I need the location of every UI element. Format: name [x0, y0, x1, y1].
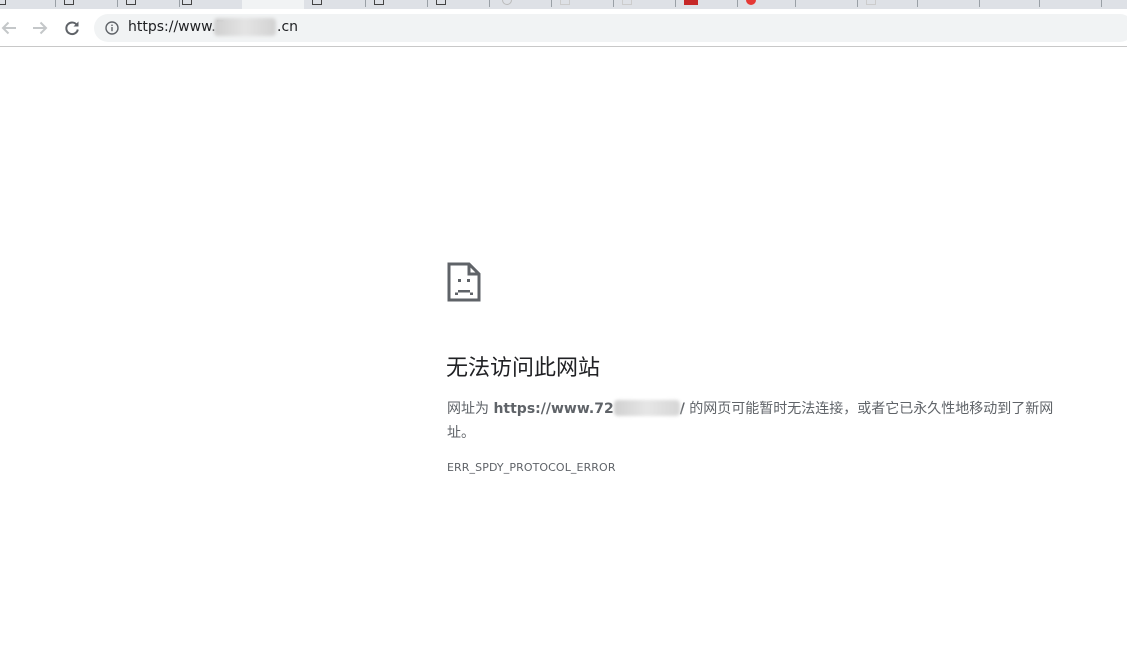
error-title: 无法访问此网站 — [446, 356, 601, 381]
tab[interactable] — [428, 0, 490, 9]
tab[interactable] — [0, 0, 56, 9]
tab[interactable] — [858, 0, 918, 9]
sad-page-icon — [447, 262, 481, 302]
tab[interactable] — [304, 0, 366, 9]
url-text: https://www.7 — [128, 19, 225, 35]
tab[interactable] — [366, 0, 428, 9]
page-favicon-icon — [502, 0, 512, 5]
error-description: 网址为 https://www.72/ 的网页可能暂时无法连接，或者它已永久性地… — [447, 397, 1067, 445]
page-favicon-icon — [436, 0, 446, 5]
url-redacted — [214, 18, 276, 36]
forward-button[interactable] — [29, 17, 51, 39]
arrow-right-icon — [33, 21, 48, 35]
tab[interactable] — [918, 0, 980, 9]
url-suffix: .cn — [277, 19, 299, 35]
tab-strip — [0, 0, 1127, 9]
error-code: ERR_SPDY_PROTOCOL_ERROR — [447, 461, 616, 474]
address-bar[interactable]: https://www.7 .cn — [94, 14, 1127, 42]
reload-button[interactable] — [61, 17, 83, 39]
tab[interactable] — [180, 0, 242, 9]
tab[interactable] — [676, 0, 738, 9]
page-favicon-icon — [312, 0, 322, 5]
page-favicon-icon — [64, 0, 74, 5]
tab[interactable] — [1040, 0, 1102, 9]
desc-url: https://www.72 — [493, 401, 614, 417]
arrow-left-icon — [1, 21, 16, 35]
tab[interactable] — [552, 0, 614, 9]
tab[interactable] — [118, 0, 180, 9]
tab[interactable] — [614, 0, 676, 9]
tab-active[interactable] — [242, 0, 304, 9]
page-favicon-icon — [374, 0, 384, 5]
tab[interactable] — [980, 0, 1040, 9]
tab[interactable] — [56, 0, 118, 9]
page-favicon-icon — [684, 0, 698, 5]
desc-url-redacted — [613, 400, 680, 416]
tab[interactable] — [796, 0, 858, 9]
info-icon[interactable] — [105, 21, 119, 35]
desc-prefix: 网址为 — [447, 401, 494, 417]
tab[interactable] — [738, 0, 796, 9]
page-favicon-icon — [182, 0, 192, 5]
page-favicon-icon — [866, 0, 876, 5]
browser-toolbar: https://www.7 .cn — [0, 9, 1127, 47]
back-button[interactable] — [0, 17, 20, 39]
tab[interactable] — [1102, 0, 1127, 9]
page-favicon-icon — [0, 0, 6, 5]
page-favicon-icon — [560, 0, 570, 5]
page-favicon-icon — [746, 0, 756, 5]
page-favicon-icon — [622, 0, 632, 5]
tab[interactable] — [490, 0, 552, 9]
page-favicon-icon — [126, 0, 136, 5]
reload-icon — [65, 21, 79, 36]
